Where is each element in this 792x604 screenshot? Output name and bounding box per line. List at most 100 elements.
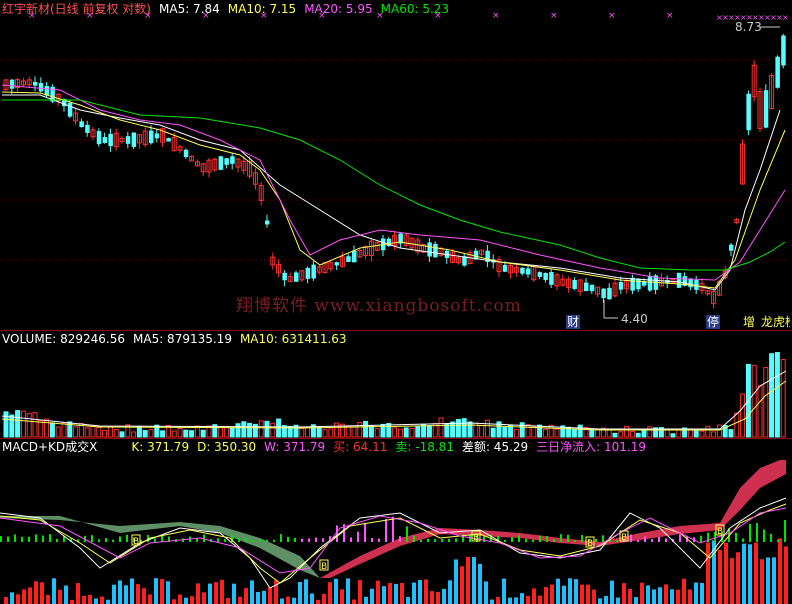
volume-bar	[699, 430, 705, 438]
volume-bar	[618, 431, 624, 438]
buy-marker-label: B	[321, 562, 327, 572]
flow-bar	[574, 579, 578, 604]
candle-body	[311, 264, 316, 279]
volume-bar	[716, 424, 722, 438]
volume-bar	[461, 418, 467, 438]
flow-bar	[202, 592, 206, 604]
flow-bar	[568, 578, 572, 604]
candle-body	[125, 136, 131, 144]
event-tag-finance[interactable]: 财	[566, 315, 581, 329]
candle-body	[166, 138, 171, 142]
volume-bar	[740, 393, 746, 438]
macd-bar	[413, 535, 415, 542]
candle-body	[108, 133, 113, 147]
volume-bar	[305, 426, 311, 438]
indicator-chart[interactable]: B B B B B B	[0, 438, 792, 604]
flow-bar	[508, 597, 512, 604]
flow-bar	[496, 596, 500, 604]
volume-bar	[61, 422, 67, 438]
flow-bar	[706, 542, 710, 604]
volume-bar	[769, 353, 775, 438]
flow-bar	[388, 582, 392, 604]
macd-bar	[21, 536, 23, 542]
event-tag-suspend[interactable]: 停	[706, 315, 721, 329]
macd-bar	[119, 536, 121, 542]
marker-x: ×	[434, 11, 442, 21]
buy-marker-label: B	[473, 533, 479, 543]
ma20-line	[1, 84, 786, 281]
macd-bar	[35, 534, 37, 542]
macd-bar	[7, 536, 9, 542]
candle-body	[305, 267, 311, 279]
flow-bar	[484, 581, 488, 604]
macd-bar	[679, 534, 681, 542]
flow-bar	[466, 556, 470, 604]
volume-bar	[20, 410, 26, 438]
flow-bar	[250, 580, 254, 604]
volume-chart[interactable]	[0, 331, 792, 439]
flow-bar	[532, 588, 536, 604]
flow-bar	[592, 589, 596, 604]
flow-bar	[586, 584, 590, 604]
flow-bar	[82, 595, 86, 604]
flow-bar	[748, 544, 752, 604]
macd-bar	[756, 522, 758, 542]
flow-bar	[166, 581, 170, 604]
flow-bar	[334, 578, 338, 604]
macd-bar	[525, 538, 527, 542]
macd-bar	[567, 534, 569, 542]
volume-bar	[577, 424, 583, 438]
candle-body	[96, 131, 102, 145]
volume-bar	[386, 422, 392, 438]
flow-bar	[580, 584, 584, 604]
volume-bar	[131, 431, 137, 438]
macd-bar	[651, 539, 653, 542]
volume-bar	[629, 430, 635, 438]
macd-bar	[0, 536, 2, 542]
candle-body	[149, 130, 154, 144]
flow-bar	[172, 599, 176, 604]
macd-bar	[322, 538, 324, 542]
candle-body	[676, 272, 682, 288]
volume-bar	[183, 429, 189, 438]
candle-body	[346, 256, 351, 262]
macd-bar	[574, 539, 576, 542]
candle-body	[131, 132, 137, 147]
marker-x: ×	[318, 11, 326, 21]
macd-bar	[770, 533, 772, 542]
macd-bar	[763, 529, 765, 542]
volume-bar	[363, 420, 369, 438]
volume-bar	[136, 425, 142, 438]
candle-body	[601, 288, 606, 299]
flow-bar	[304, 579, 308, 604]
flow-bar	[664, 584, 668, 604]
flow-bar	[286, 596, 290, 604]
flow-bar	[772, 557, 776, 604]
candle-body	[549, 271, 554, 285]
event-tag-dragon-tiger[interactable]: 龙虎榜	[760, 315, 790, 329]
volume-bar	[392, 427, 398, 438]
flow-bar	[16, 594, 20, 604]
flow-bar	[604, 595, 608, 604]
buy-marker-label: B	[717, 527, 723, 537]
volume-bar	[490, 427, 496, 438]
flow-bar	[550, 584, 554, 604]
volume-bar	[774, 351, 780, 438]
flow-bar	[460, 566, 464, 604]
flow-bar	[598, 598, 602, 604]
event-tag-increase[interactable]: 增	[742, 315, 756, 329]
flow-bar	[328, 582, 332, 604]
volume-bar	[223, 426, 229, 438]
price-chart[interactable]: × × × × × × × × × × × × × × × × × × × × × × × ×	[0, 0, 792, 330]
volume-bar	[484, 419, 490, 438]
candle-body	[688, 278, 693, 288]
volume-bar	[502, 426, 508, 438]
volume-bar	[537, 424, 543, 438]
flow-bar	[502, 578, 506, 604]
macd-bar	[455, 538, 457, 542]
macd-bar	[126, 534, 128, 542]
macd-bar	[700, 535, 702, 542]
candle-body	[630, 278, 635, 291]
flow-bar	[760, 559, 764, 604]
flow-bar	[556, 578, 560, 604]
